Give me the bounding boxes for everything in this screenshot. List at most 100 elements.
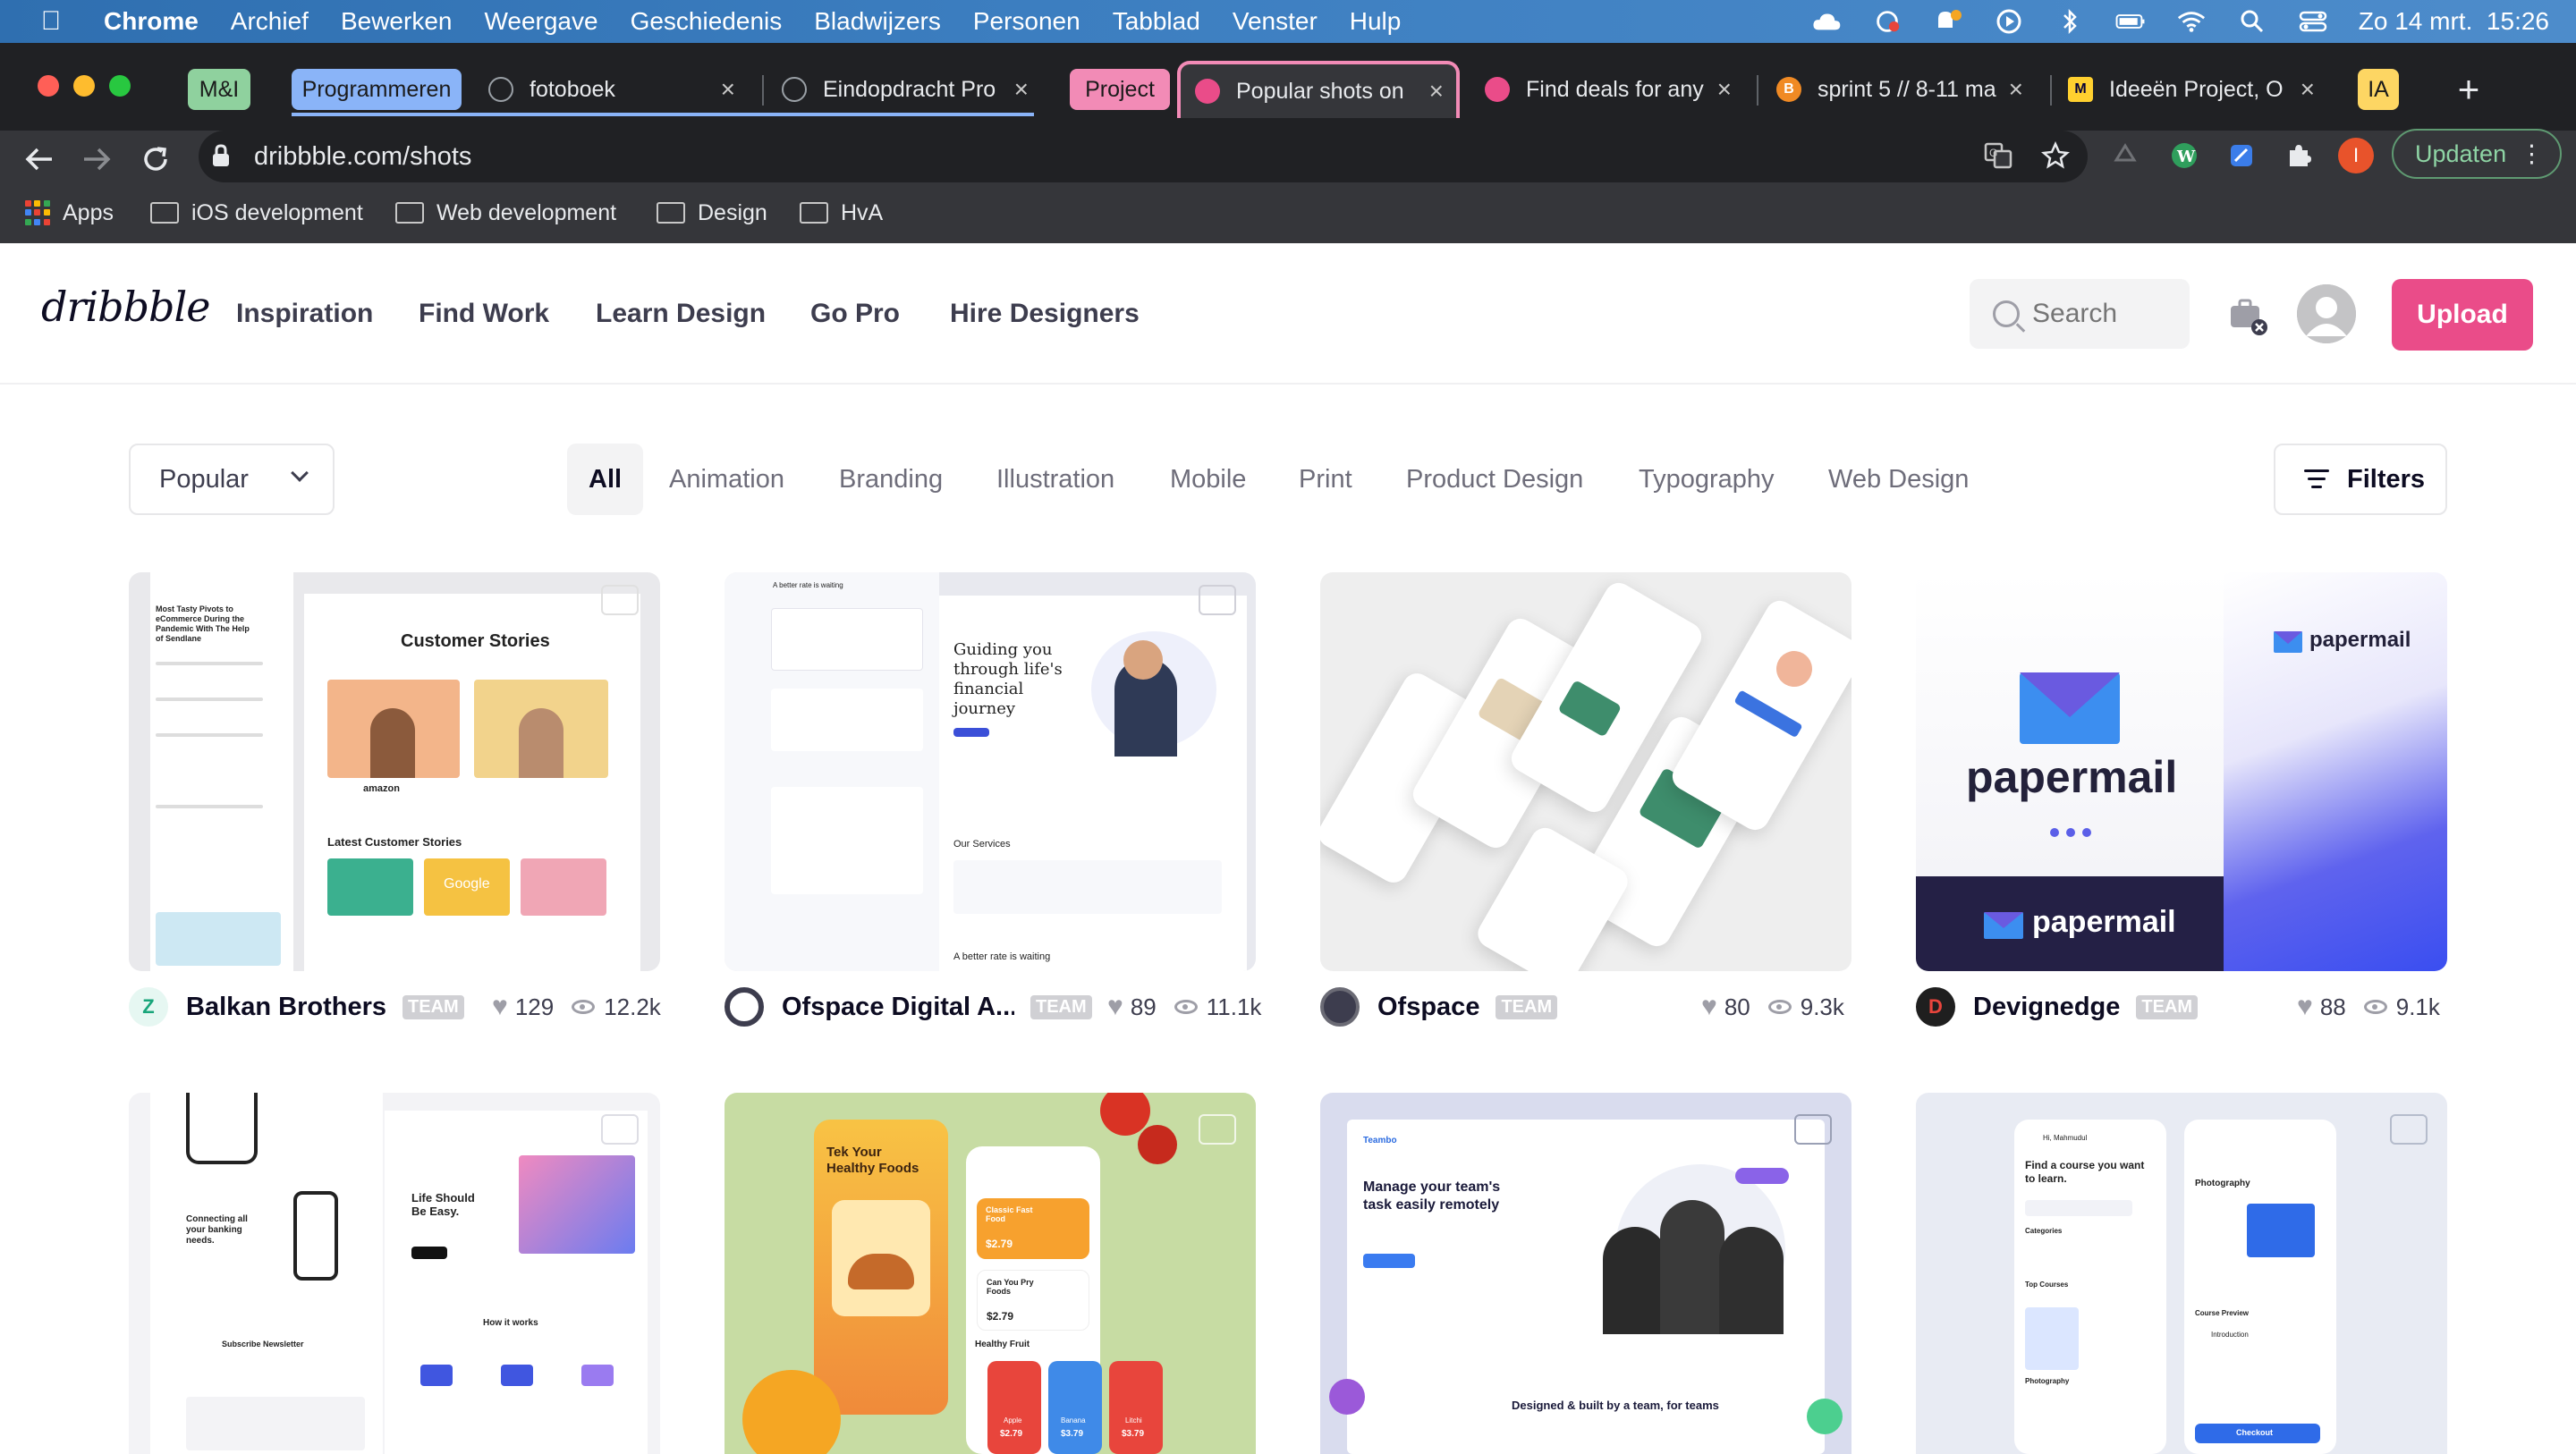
- creative-cloud-icon[interactable]: [1872, 8, 1902, 35]
- briefcase-icon[interactable]: [2227, 295, 2267, 335]
- window-zoom-button[interactable]: [109, 75, 131, 97]
- bookmark-star-icon[interactable]: [2036, 136, 2075, 175]
- shot-thumbnail[interactable]: [1320, 572, 1852, 971]
- shot-thumbnail[interactable]: A better rate is waiting Guiding you thr…: [724, 572, 1256, 971]
- shot-thumbnail[interactable]: papermail papermail papermail: [1916, 572, 2447, 971]
- bookmark-folder-design[interactable]: Design: [657, 193, 767, 232]
- tab-close-icon[interactable]: ×: [1717, 75, 1732, 104]
- sort-dropdown[interactable]: Popular: [129, 444, 335, 515]
- search-input[interactable]: [2032, 299, 2175, 329]
- heart-icon[interactable]: ♥: [2297, 992, 2313, 1022]
- tab-sprint-5[interactable]: B sprint 5 // 8-11 ma ×: [1776, 64, 2036, 114]
- heart-icon[interactable]: ♥: [1107, 992, 1123, 1022]
- save-shot-icon[interactable]: [1199, 585, 1236, 615]
- extensions-puzzle-icon[interactable]: [2279, 136, 2318, 175]
- save-shot-icon[interactable]: [601, 585, 639, 615]
- author-avatar[interactable]: D: [1916, 987, 1955, 1027]
- menu-geschiedenis[interactable]: Geschiedenis: [631, 7, 783, 36]
- tab-ideeen-project[interactable]: M Ideeën Project, O ×: [2068, 64, 2327, 114]
- author-name[interactable]: Ofspace: [1377, 993, 1479, 1022]
- forward-button[interactable]: [72, 134, 122, 184]
- menu-bladwijzers[interactable]: Bladwijzers: [814, 7, 941, 36]
- translate-icon[interactable]: G: [1979, 136, 2018, 175]
- window-close-button[interactable]: [38, 75, 59, 97]
- nav-hire-designers[interactable]: Hire Designers: [950, 299, 1140, 329]
- heart-icon[interactable]: ♥: [492, 992, 508, 1022]
- play-circle-icon[interactable]: [1994, 8, 2024, 35]
- author-avatar[interactable]: [1320, 987, 1360, 1027]
- nav-learn-design[interactable]: Learn Design: [596, 299, 766, 329]
- category-mobile[interactable]: Mobile: [1170, 444, 1246, 515]
- shot-thumbnail[interactable]: Most Tasty Pivots to eCommerce During th…: [129, 572, 660, 971]
- dribbble-logo[interactable]: dribbble: [41, 283, 210, 331]
- shot-thumbnail[interactable]: Tek Your Healthy Foods Classic Fast Food…: [724, 1093, 1256, 1454]
- tab-close-icon[interactable]: ×: [1014, 75, 1029, 104]
- tab-close-icon[interactable]: ×: [2009, 75, 2023, 104]
- author-avatar[interactable]: [724, 987, 764, 1027]
- address-bar[interactable]: [199, 131, 2088, 182]
- save-shot-icon[interactable]: [601, 1114, 639, 1145]
- window-minimize-button[interactable]: [73, 75, 95, 97]
- spotlight-search-icon[interactable]: [2237, 8, 2267, 35]
- tab-find-deals[interactable]: Find deals for any ×: [1485, 64, 1744, 114]
- menu-weergave[interactable]: Weergave: [484, 7, 597, 36]
- back-button[interactable]: [14, 134, 64, 184]
- shot-thumbnail[interactable]: Hi, Mahmudul Find a course you want to l…: [1916, 1093, 2447, 1454]
- category-web-design[interactable]: Web Design: [1828, 444, 1969, 515]
- menu-tabblad[interactable]: Tabblad: [1113, 7, 1200, 36]
- shot-thumbnail[interactable]: Teambo Manage your team's task easily re…: [1320, 1093, 1852, 1454]
- tab-group-project[interactable]: Project: [1070, 69, 1170, 110]
- tab-close-icon[interactable]: ×: [721, 75, 735, 104]
- menu-bewerken[interactable]: Bewerken: [341, 7, 453, 36]
- author-name[interactable]: Devignedge: [1973, 993, 2120, 1022]
- notification-bell-icon[interactable]: [1933, 8, 1963, 35]
- more-vertical-icon[interactable]: ⋮: [2520, 140, 2544, 168]
- tab-eindopdracht[interactable]: Eindopdracht Pro ×: [782, 64, 1041, 114]
- save-shot-icon[interactable]: [2390, 1114, 2428, 1145]
- tab-group-programmeren[interactable]: Programmeren: [292, 69, 462, 110]
- category-product-design[interactable]: Product Design: [1406, 444, 1583, 515]
- category-animation[interactable]: Animation: [669, 444, 784, 515]
- update-chrome-button[interactable]: Updaten ⋮: [2392, 129, 2562, 179]
- screenshot-extension-icon[interactable]: [2222, 136, 2261, 175]
- tab-close-icon[interactable]: ×: [2301, 75, 2315, 104]
- menu-archief[interactable]: Archief: [231, 7, 309, 36]
- wordpress-extension-icon[interactable]: W: [2165, 136, 2204, 175]
- save-shot-icon[interactable]: [1199, 1114, 1236, 1145]
- tab-group-ia[interactable]: IA: [2358, 69, 2399, 110]
- apple-menu-icon[interactable]: : [25, 6, 77, 37]
- search-box[interactable]: [1970, 279, 2190, 349]
- tab-fotoboek[interactable]: fotoboek ×: [488, 64, 748, 114]
- author-name[interactable]: Balkan Brothers: [186, 993, 386, 1022]
- menu-hulp[interactable]: Hulp: [1350, 7, 1402, 36]
- menu-venster[interactable]: Venster: [1233, 7, 1318, 36]
- clock[interactable]: Zo 14 mrt. 15:26: [2359, 7, 2549, 36]
- bluetooth-icon[interactable]: [2055, 8, 2085, 35]
- battery-icon[interactable]: [2115, 8, 2146, 35]
- nav-inspiration[interactable]: Inspiration: [236, 299, 373, 329]
- menu-app-chrome[interactable]: Chrome: [104, 7, 199, 36]
- reload-button[interactable]: [131, 134, 181, 184]
- author-avatar[interactable]: Z: [129, 987, 168, 1027]
- save-shot-icon[interactable]: [1794, 1114, 1832, 1145]
- control-center-icon[interactable]: [2298, 8, 2328, 35]
- nav-go-pro[interactable]: Go Pro: [810, 299, 900, 329]
- heart-icon[interactable]: ♥: [1701, 992, 1717, 1022]
- bookmark-apps[interactable]: Apps: [25, 193, 114, 232]
- bookmark-folder-web-development[interactable]: Web development: [395, 193, 616, 232]
- tab-dribbble-active[interactable]: Popular shots on ×: [1177, 61, 1460, 118]
- category-illustration[interactable]: Illustration: [996, 444, 1114, 515]
- author-name[interactable]: Ofspace Digital A...: [782, 993, 1014, 1022]
- user-avatar[interactable]: [2297, 284, 2356, 343]
- new-tab-button[interactable]: +: [2444, 64, 2494, 114]
- category-typography[interactable]: Typography: [1639, 444, 1775, 515]
- bookmark-folder-hva[interactable]: HvA: [800, 193, 883, 232]
- profile-avatar-button[interactable]: I: [2338, 138, 2374, 173]
- lock-icon[interactable]: [211, 143, 236, 170]
- extension-recycle-icon[interactable]: [2106, 136, 2145, 175]
- bookmark-folder-ios-development[interactable]: iOS development: [150, 193, 363, 232]
- cloud-icon[interactable]: [1811, 8, 1842, 35]
- filters-button[interactable]: Filters: [2274, 444, 2447, 515]
- category-all[interactable]: All: [567, 444, 644, 515]
- url-text[interactable]: dribbble.com/shots: [254, 131, 471, 182]
